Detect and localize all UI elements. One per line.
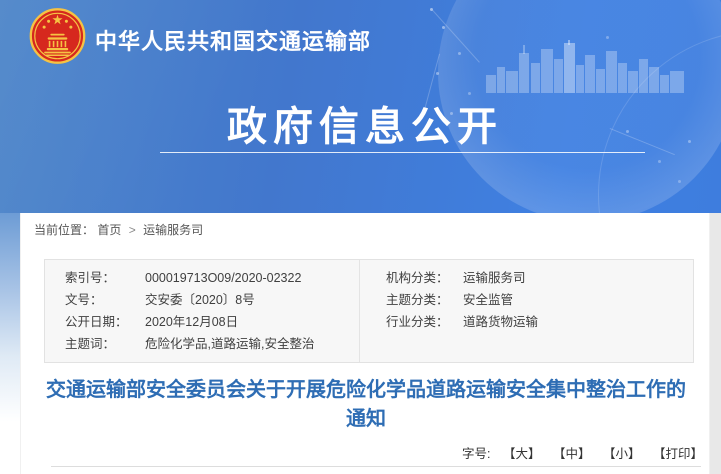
- font-size-label: 字号:: [462, 447, 490, 461]
- document-title: 交通运输部安全委员会关于开展危险化学品道路运输安全集中整治工作的通知: [41, 376, 691, 434]
- meta-label-doc-number: 文号：: [65, 289, 145, 311]
- meta-value-topic-category: 安全监管: [463, 289, 693, 311]
- site-title: 中华人民共和国交通运输部: [95, 24, 371, 56]
- meta-value-index: 000019713O09/2020-02322: [145, 267, 359, 289]
- meta-value-doc-number: 交安委〔2020〕8号: [145, 289, 359, 311]
- meta-label-industry-category: 行业分类：: [359, 311, 463, 333]
- banner-title: 政府信息公开: [85, 94, 645, 152]
- meta-label-index: 索引号：: [65, 267, 145, 289]
- meta-label-org-category: 机构分类：: [359, 267, 463, 289]
- meta-label-keywords: 主题词：: [65, 333, 145, 355]
- meta-value-industry-category: 道路货物运输: [463, 311, 693, 333]
- meta-value-org-category: 运输服务司: [463, 267, 693, 289]
- left-gradient-strip: [0, 213, 20, 474]
- content-divider: [51, 466, 701, 467]
- meta-value-keywords: 危险化学品,道路运输,安全整治: [145, 333, 693, 355]
- content-panel: 当前位置： 首页 > 运输服务司 索引号： 000019713O09/2020-…: [20, 213, 710, 474]
- right-background-strip: [710, 213, 721, 474]
- font-medium-button[interactable]: 【中】: [553, 447, 591, 461]
- breadcrumb-home-link[interactable]: 首页: [97, 223, 121, 237]
- meta-table-divider: [359, 260, 360, 362]
- breadcrumb-label: 当前位置：: [34, 223, 94, 237]
- banner-underline: [160, 152, 645, 153]
- breadcrumb: 当前位置： 首页 > 运输服务司: [34, 221, 203, 238]
- print-button[interactable]: 【打印】: [653, 447, 703, 461]
- top-bar: 中华人民共和国交通运输部: [0, 0, 721, 72]
- breadcrumb-separator: >: [129, 223, 136, 237]
- breadcrumb-section-link[interactable]: 运输服务司: [143, 223, 203, 237]
- page: 中华人民共和国交通运输部 政府信息公开 当前位置： 首页 > 运输服务司 索引号…: [0, 0, 721, 474]
- document-meta-table: 索引号： 000019713O09/2020-02322 机构分类： 运输服务司…: [44, 259, 694, 363]
- banner: 中华人民共和国交通运输部 政府信息公开: [0, 0, 721, 213]
- national-emblem-icon: [29, 7, 86, 65]
- meta-value-publish-date: 2020年12月08日: [145, 311, 359, 333]
- font-small-button[interactable]: 【小】: [603, 447, 641, 461]
- font-large-button[interactable]: 【大】: [503, 447, 541, 461]
- font-size-toolbar: 字号: 【大】 【中】 【小】 【打印】: [462, 443, 703, 462]
- meta-label-publish-date: 公开日期：: [65, 311, 145, 333]
- meta-label-topic-category: 主题分类：: [359, 289, 463, 311]
